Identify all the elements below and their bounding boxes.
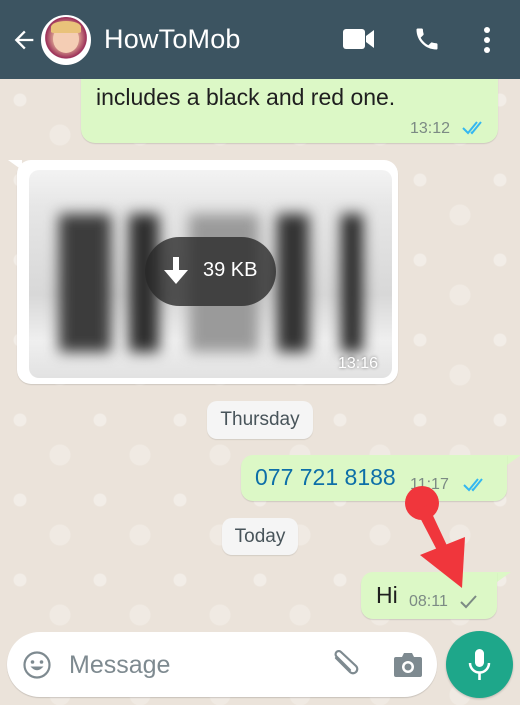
chat-header: HowToMob <box>0 0 520 79</box>
avatar-hair <box>51 21 81 33</box>
annotation-arrow <box>405 486 465 588</box>
phone-icon[interactable] <box>413 25 441 53</box>
contact-name[interactable]: HowToMob <box>104 24 241 55</box>
video-call-icon[interactable] <box>343 28 375 50</box>
back-arrow-icon[interactable] <box>10 26 38 54</box>
more-vertical-icon[interactable] <box>481 26 493 54</box>
avatar[interactable] <box>41 15 91 65</box>
